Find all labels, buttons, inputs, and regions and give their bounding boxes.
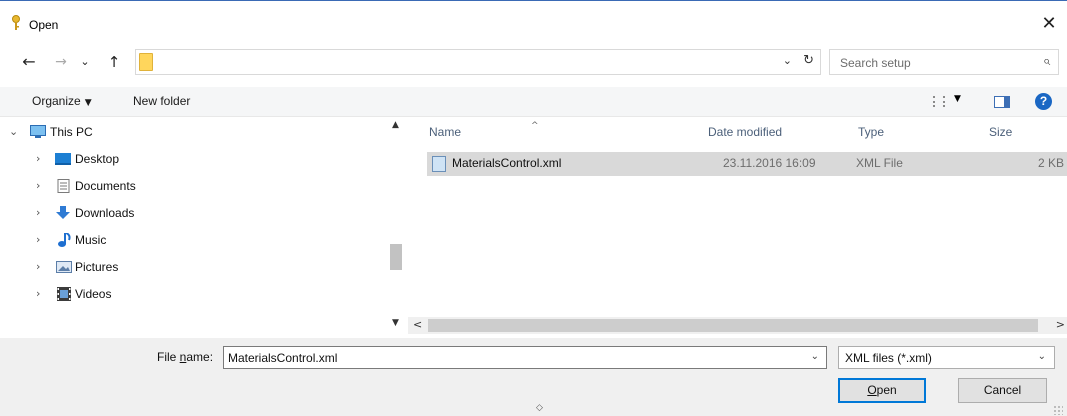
chevron-right-icon[interactable]: › [36, 202, 40, 224]
help-icon[interactable]: ? [1035, 93, 1052, 110]
tree-item-this-pc[interactable]: ⌄ This PC [0, 121, 385, 143]
file-name-value: MaterialsControl.xml [228, 351, 338, 365]
tree-item-music[interactable]: › Music [0, 229, 385, 251]
tree-item-label: Pictures [75, 260, 119, 274]
caret-down-icon: ▼ [84, 98, 92, 108]
chevron-right-icon[interactable]: › [36, 175, 40, 197]
downloads-icon [56, 206, 70, 219]
open-button[interactable]: Open [838, 378, 926, 403]
documents-icon [57, 179, 70, 193]
file-name-label: File name: [157, 350, 213, 364]
back-arrow-icon: ← [22, 52, 36, 71]
preview-pane-icon[interactable] [994, 96, 1010, 108]
scroll-up-icon[interactable]: ▲ [392, 120, 399, 130]
address-bar[interactable]: ⌄ ↻ [135, 49, 821, 75]
file-size: 2 KB [1038, 156, 1065, 170]
key-icon [12, 15, 20, 30]
scrollbar-thumb[interactable] [390, 244, 402, 270]
window-title: Open [29, 18, 59, 32]
scroll-down-icon[interactable]: ▼ [392, 318, 399, 328]
label-text: ame: [186, 350, 214, 364]
chevron-right-icon[interactable]: › [36, 283, 40, 305]
new-folder-button[interactable]: New folder [133, 94, 190, 108]
file-type-select[interactable]: XML files (*.xml) ⌄ [838, 346, 1055, 369]
tree-item-downloads[interactable]: › Downloads [0, 202, 385, 224]
column-header-name[interactable]: Name ^ [429, 118, 719, 146]
search-input[interactable]: Search setup ⌕ [829, 49, 1059, 75]
tree-item-label: This PC [50, 125, 93, 139]
title-bar: Open ✕ [0, 1, 1067, 43]
scroll-left-icon[interactable]: < [413, 318, 422, 331]
file-type-value: XML files (*.xml) [845, 351, 932, 365]
caret-down-icon: ▼ [954, 94, 961, 104]
up-arrow-icon: ↑ [107, 53, 121, 71]
chevron-down-icon: ⌄ [80, 55, 90, 68]
column-header-date-modified[interactable]: Date modified [708, 118, 838, 146]
size-grip-icon[interactable] [1053, 405, 1063, 415]
file-name-field[interactable]: MaterialsControl.xml ⌄ [223, 346, 827, 369]
organize-button[interactable]: Organize ▼ [32, 94, 92, 108]
file-name: MaterialsControl.xml [452, 156, 562, 170]
videos-icon [57, 287, 71, 301]
chevron-down-icon[interactable]: ⌄ [9, 121, 18, 143]
button-accelerator: O [867, 383, 877, 397]
open-file-dialog: Open ✕ ← → ⌄ ↑ ⌄ ↻ Search setup ⌕ Organi… [0, 0, 1067, 416]
tree-item-pictures[interactable]: › Pictures [0, 256, 385, 278]
label-text: File [157, 350, 180, 364]
column-header-label: Name [429, 125, 462, 139]
chevron-down-icon[interactable]: ⌄ [811, 351, 819, 362]
tree-item-documents[interactable]: › Documents [0, 175, 385, 197]
tree-item-label: Videos [75, 287, 112, 301]
splitter-handle-icon[interactable]: ◇ [536, 403, 543, 413]
change-view-button[interactable]: ▼ [933, 94, 965, 109]
tree-item-label: Music [75, 233, 107, 247]
column-header-size[interactable]: Size [989, 118, 1059, 146]
tree-item-label: Desktop [75, 152, 120, 166]
address-dropdown-icon[interactable]: ⌄ [783, 54, 792, 67]
cancel-button[interactable]: Cancel [958, 378, 1047, 403]
navigation-pane: ⌄ This PC › Desktop › Documents › Downlo… [0, 118, 406, 338]
desktop-icon [55, 153, 71, 165]
close-button[interactable]: ✕ [1031, 11, 1067, 39]
dialog-footer: File name: MaterialsControl.xml ⌄ XML fi… [0, 338, 1067, 416]
file-date-modified: 23.11.2016 16:09 [723, 156, 816, 170]
file-list: Name ^ Date modified Type Size Materials… [408, 118, 1067, 338]
folder-icon [139, 53, 153, 71]
chevron-right-icon[interactable]: › [36, 256, 40, 278]
scroll-right-icon[interactable]: > [1056, 318, 1065, 331]
chevron-right-icon[interactable]: › [36, 148, 40, 170]
xml-file-icon [432, 156, 446, 172]
music-icon [58, 233, 71, 247]
up-button[interactable]: ↑ [106, 51, 122, 73]
navigation-pane-scrollbar[interactable]: ▲ ▼ [388, 118, 405, 338]
close-icon: ✕ [1041, 13, 1057, 34]
forward-arrow-icon: → [55, 54, 67, 70]
chevron-down-icon: ⌄ [1037, 351, 1046, 362]
button-label: pen [876, 383, 897, 397]
chevron-right-icon[interactable]: › [36, 229, 40, 251]
search-placeholder: Search setup [840, 56, 911, 70]
tree-item-label: Documents [75, 179, 136, 193]
tree-item-videos[interactable]: › Videos [0, 283, 385, 305]
navigation-bar: ← → ⌄ ↑ ⌄ ↻ Search setup ⌕ [0, 48, 1067, 76]
scrollbar-thumb[interactable] [428, 319, 1038, 332]
tree-item-label: Downloads [75, 206, 135, 220]
forward-button[interactable]: → [52, 51, 70, 73]
refresh-icon[interactable]: ↻ [803, 53, 814, 68]
search-icon[interactable]: ⌕ [1043, 54, 1050, 69]
column-header-type[interactable]: Type [858, 118, 978, 146]
sort-ascending-icon: ^ [531, 121, 539, 131]
file-row[interactable]: MaterialsControl.xml 23.11.2016 16:09 XM… [427, 152, 1067, 176]
view-details-icon [933, 96, 945, 107]
recent-locations-button[interactable]: ⌄ [78, 51, 92, 73]
organize-label: Organize [32, 94, 81, 108]
computer-icon [30, 125, 46, 138]
file-list-horizontal-scrollbar[interactable]: < > [408, 317, 1067, 334]
pictures-icon [56, 261, 72, 273]
tree-item-desktop[interactable]: › Desktop [0, 148, 385, 170]
file-type: XML File [856, 156, 903, 170]
back-button[interactable]: ← [20, 51, 38, 73]
